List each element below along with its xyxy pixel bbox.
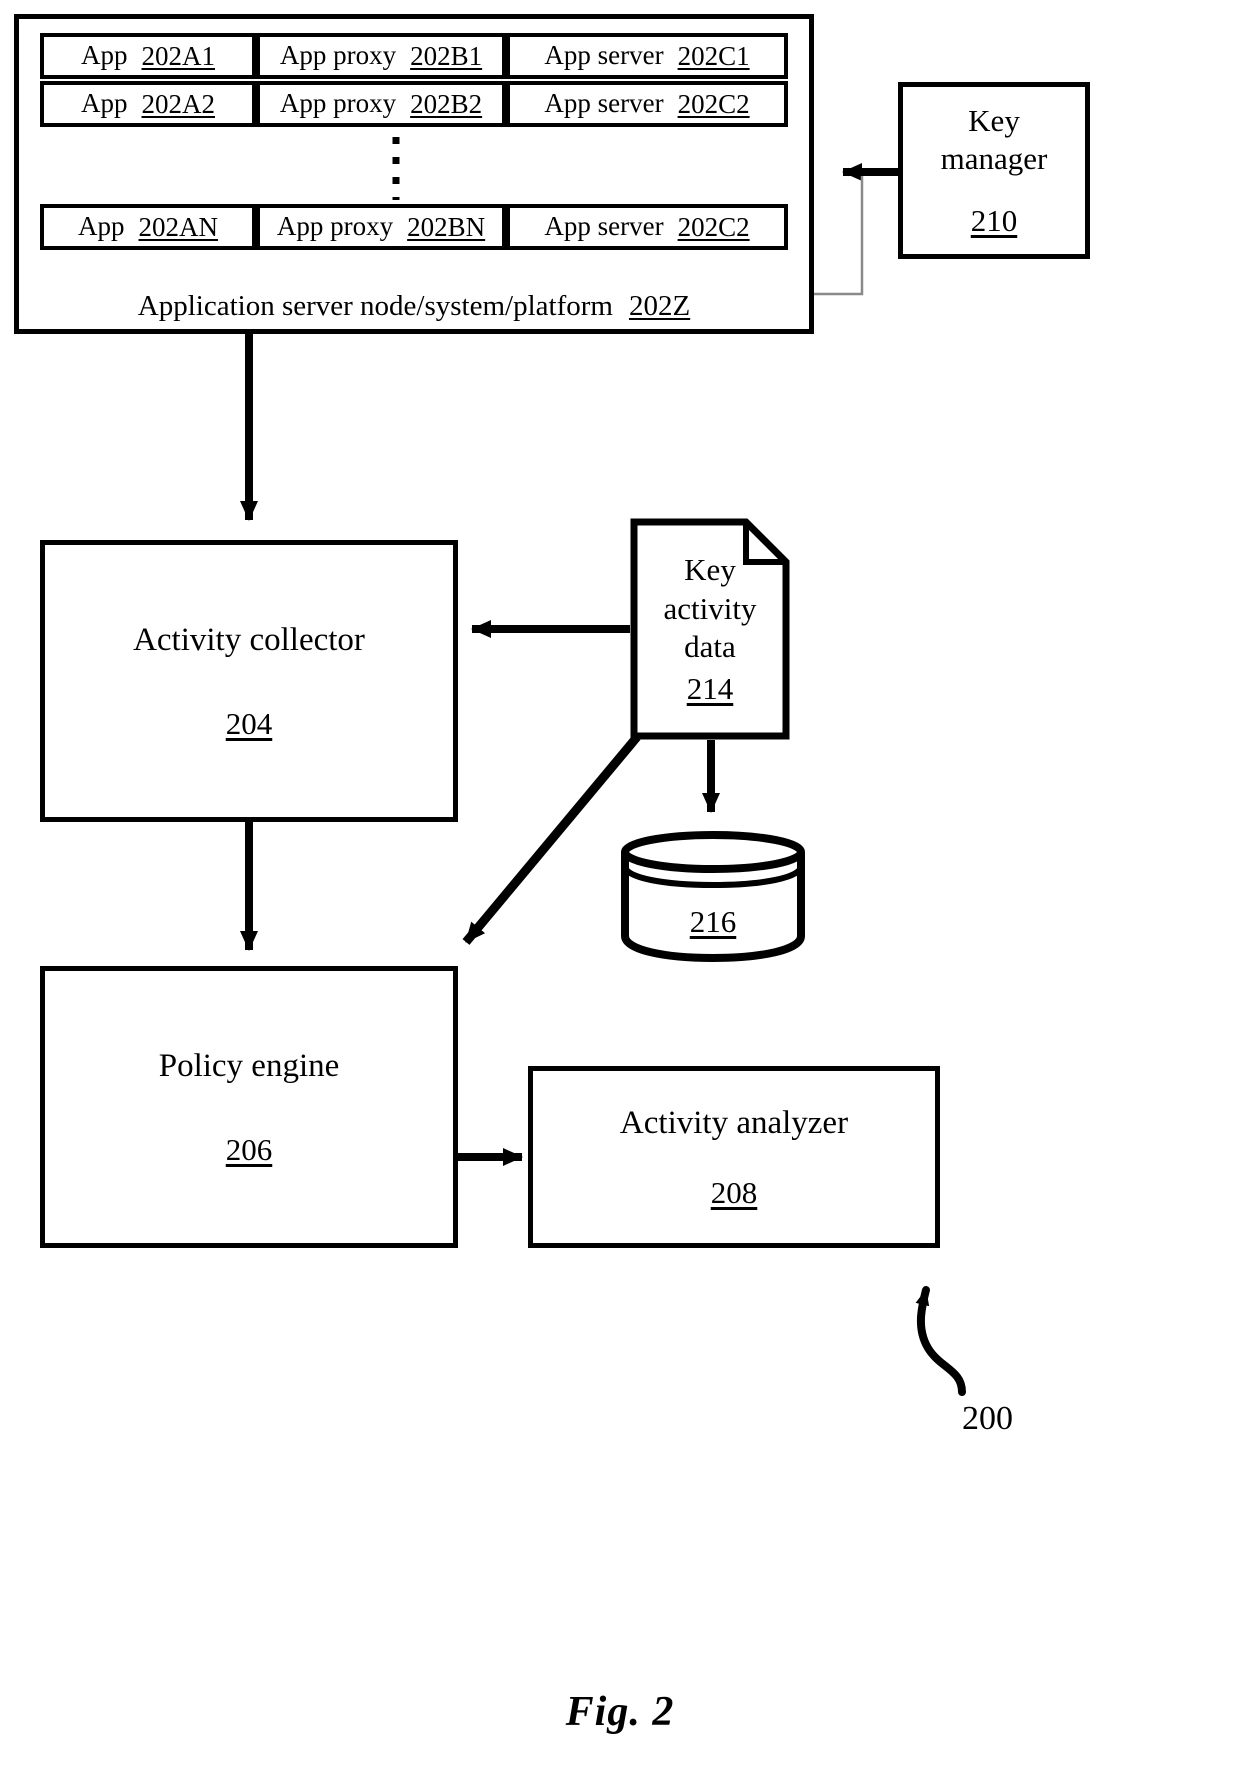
figure-caption: Fig. 2 <box>565 1689 675 1735</box>
connector-keydata-to-policy <box>462 734 641 945</box>
key-activity-data-node[interactable]: Key activity data 214 <box>630 518 790 740</box>
app-cell-2[interactable]: App 202A2 <box>40 81 256 127</box>
app-server-cell-1-ref: 202C1 <box>677 40 750 71</box>
app-cell-1-label: App <box>81 40 128 71</box>
key-manager-label-line2: manager <box>940 140 1048 176</box>
app-cell-2-ref: 202A2 <box>141 88 216 119</box>
app-server-cell-2[interactable]: App server 202C2 <box>506 81 788 127</box>
app-cell-n-label: App <box>78 211 125 242</box>
database-cylinder-icon <box>621 831 805 962</box>
figure-system-ref: 200 <box>962 1400 1013 1437</box>
figure-pointer-squiggle <box>915 1286 966 1396</box>
key-store-node[interactable]: 216 <box>620 826 806 962</box>
activity-collector-label: Activity collector <box>133 621 365 658</box>
app-proxy-cell-1-ref: 202B1 <box>410 40 483 71</box>
activity-analyzer-label: Activity analyzer <box>619 1104 849 1141</box>
app-cell-2-label: App <box>81 88 128 119</box>
app-cell-n[interactable]: App 202AN <box>40 204 256 250</box>
application-server-node-caption-label: Application server node/system/platform <box>137 290 613 322</box>
activity-analyzer-ref: 208 <box>710 1175 758 1211</box>
policy-engine-label: Policy engine <box>158 1047 340 1084</box>
app-proxy-cell-n-label: App proxy <box>276 211 394 242</box>
key-activity-data-ref: 214 <box>686 670 734 706</box>
app-proxy-cell-1[interactable]: App proxy 202B1 <box>256 33 506 79</box>
app-server-cell-1[interactable]: App server 202C1 <box>506 33 788 79</box>
activity-collector-ref: 204 <box>225 706 273 742</box>
key-activity-data-line2: activity <box>663 590 757 626</box>
application-server-node-caption-ref: 202Z <box>628 290 691 322</box>
app-cell-1[interactable]: App 202A1 <box>40 33 256 79</box>
key-manager-box[interactable]: Key manager 210 <box>898 82 1090 259</box>
application-server-node-caption: Application server node/system/platform … <box>14 290 814 323</box>
key-manager-ref: 210 <box>970 203 1018 239</box>
app-server-cell-2-ref: 202C2 <box>677 88 750 119</box>
app-cell-1-ref: 202A1 <box>141 40 216 71</box>
app-cell-n-ref: 202AN <box>138 211 219 242</box>
key-store-ref: 216 <box>689 904 737 939</box>
key-activity-data-line3: data <box>684 629 736 665</box>
key-manager-label-line1: Key <box>968 102 1020 138</box>
policy-engine-box[interactable]: Policy engine 206 <box>40 966 458 1248</box>
key-activity-data-line1: Key <box>684 552 736 588</box>
app-server-cell-n-ref: 202C2 <box>677 211 750 242</box>
app-proxy-cell-n[interactable]: App proxy 202BN <box>256 204 506 250</box>
app-proxy-cell-n-ref: 202BN <box>407 211 486 242</box>
app-server-cell-n[interactable]: App server 202C2 <box>506 204 788 250</box>
app-proxy-cell-2-ref: 202B2 <box>410 88 483 119</box>
activity-collector-box[interactable]: Activity collector 204 <box>40 540 458 822</box>
app-proxy-cell-1-label: App proxy <box>279 40 397 71</box>
policy-engine-ref: 206 <box>225 1132 273 1168</box>
app-server-cell-2-label: App server <box>544 88 664 119</box>
app-server-cell-1-label: App server <box>544 40 664 71</box>
figure-canvas: App 202A1 App proxy 202B1 App server 202… <box>0 0 1240 1790</box>
app-server-cell-n-label: App server <box>544 211 664 242</box>
activity-analyzer-box[interactable]: Activity analyzer 208 <box>528 1066 940 1248</box>
app-proxy-cell-2[interactable]: App proxy 202B2 <box>256 81 506 127</box>
app-proxy-cell-2-label: App proxy <box>279 88 397 119</box>
